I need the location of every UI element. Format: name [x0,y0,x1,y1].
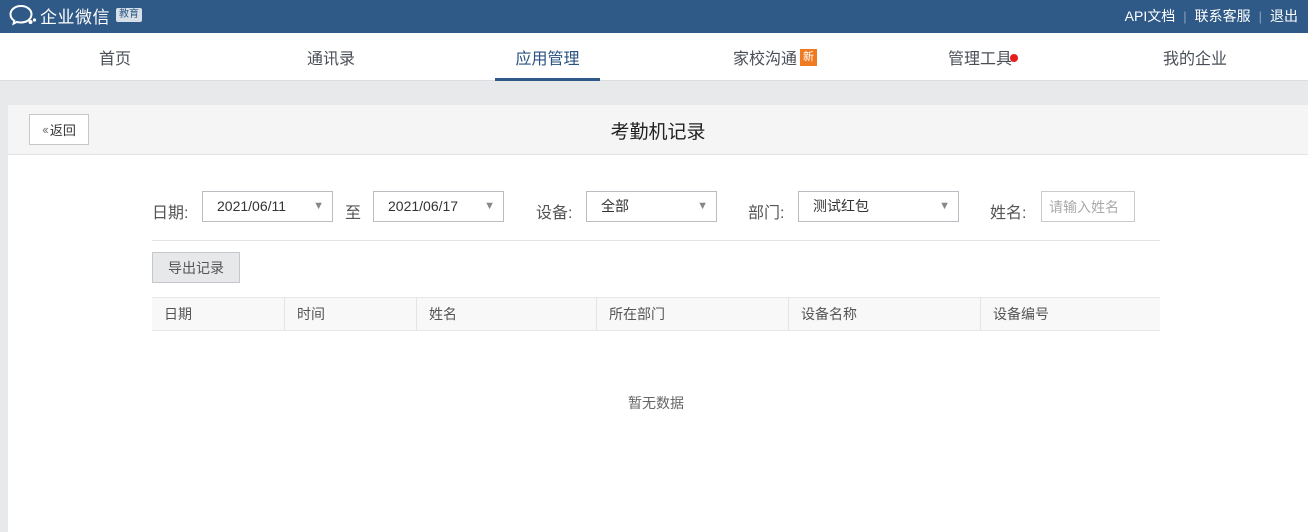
caret-down-icon: ▼ [313,200,324,212]
notification-dot [1010,54,1018,62]
logo[interactable]: 企业微信 教育 [8,3,142,27]
department-value: 测试红包 [813,198,869,214]
filter-bar: 日期: 2021/06/11 ▼ 至 2021/06/17 ▼ 设备: 全部 ▼… [152,191,1160,241]
caret-down-icon: ▼ [484,200,495,212]
column-header-device-id[interactable]: 设备编号 [980,298,1160,330]
table-header: 日期 时间 姓名 所在部门 设备名称 设备编号 [152,297,1160,331]
column-header-device-name[interactable]: 设备名称 [788,298,980,330]
customer-service-link[interactable]: 联系客服 [1187,6,1259,26]
edu-badge: 教育 [116,8,142,22]
column-header-department[interactable]: 所在部门 [596,298,788,330]
column-header-name[interactable]: 姓名 [416,298,596,330]
nav-contacts[interactable]: 通讯录 [281,33,381,81]
department-select[interactable]: 测试红包 ▼ [798,191,959,222]
top-bar: 企业微信 教育 API文档 | 联系客服 | 退出 [0,0,1308,33]
page-title: 考勤机记录 [610,122,706,143]
logo-text: 企业微信 [40,7,110,27]
attendance-records-panel: ‹‹ 返回 考勤机记录 日期: 2021/06/11 ▼ 至 2021/06/1… [8,105,1308,532]
end-date-select[interactable]: 2021/06/17 ▼ [373,191,504,222]
column-header-date[interactable]: 日期 [152,298,284,330]
name-search-input[interactable] [1041,191,1135,222]
api-docs-link[interactable]: API文档 [1117,6,1184,26]
nav-school-home[interactable]: 家校沟通 新 [715,33,835,81]
logout-link[interactable]: 退出 [1262,6,1306,26]
name-label: 姓名: [990,205,1027,222]
column-header-time[interactable]: 时间 [284,298,416,330]
nav-management-tools-label-wrap: 管理工具 [947,45,1018,69]
nav-my-company[interactable]: 我的企业 [1145,33,1245,81]
nav-home[interactable]: 首页 [65,33,165,81]
caret-down-icon: ▼ [697,200,708,212]
date-label: 日期: [152,205,189,222]
nav-management-tools-label: 管理工具 [947,51,1012,68]
end-date-value: 2021/06/17 [388,198,459,214]
device-select[interactable]: 全部 ▼ [586,191,717,222]
department-label: 部门: [748,205,785,222]
export-records-button[interactable]: 导出记录 [152,252,240,283]
device-value: 全部 [601,198,629,214]
panel-header: ‹‹ 返回 考勤机记录 [8,105,1308,155]
nav-app-management[interactable]: 应用管理 [495,33,600,81]
start-date-select[interactable]: 2021/06/11 ▼ [202,191,333,222]
wechat-work-logo-icon [9,4,37,26]
caret-down-icon: ▼ [939,200,950,212]
start-date-value: 2021/06/11 [217,198,287,214]
nav-management-tools[interactable]: 管理工具 [930,33,1030,81]
nav-home-label: 首页 [98,51,131,68]
empty-state-text: 暂无数据 [628,395,684,411]
nav-app-management-label: 应用管理 [515,51,580,68]
nav-contacts-label: 通讯录 [306,51,355,68]
nav-my-company-label: 我的企业 [1162,51,1227,68]
device-label: 设备: [536,205,573,222]
nav-school-home-label: 家校沟通 [732,51,797,68]
new-badge: 新 [800,48,817,66]
top-links: API文档 | 联系客服 | 退出 [1117,6,1306,26]
to-label: 至 [345,205,362,222]
main-nav: 首页 通讯录 应用管理 家校沟通 新 管理工具 我的企业 [0,33,1308,81]
